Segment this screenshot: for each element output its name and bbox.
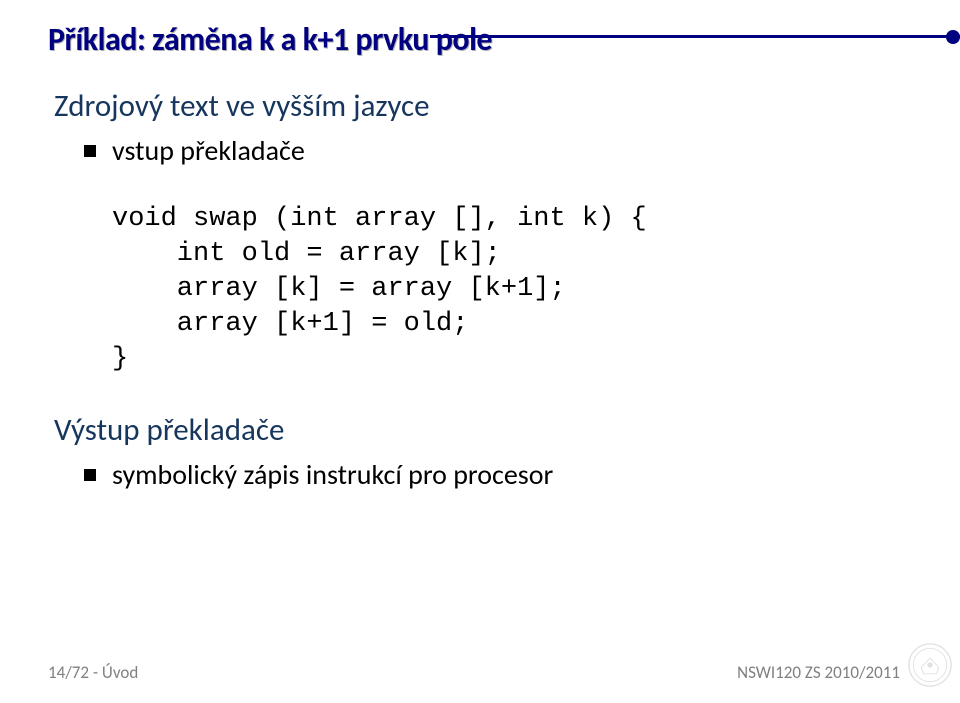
code-line: } [112,344,128,374]
university-seal-icon [908,643,952,687]
square-bullet-icon [84,145,96,157]
title-dot-icon [946,30,960,44]
code-line: array [k] = array [k+1]; [112,274,566,304]
code-line: int old = array [k]; [112,239,501,269]
code-line: void swap (int array [], int k) { [112,204,647,234]
slide-number: 14/72 - Úvod [48,662,138,687]
code-line: array [k+1] = old; [112,309,468,339]
list-item: symbolický zápis instrukcí pro procesor [54,457,912,492]
section-heading-output: Výstup překladače [54,411,912,449]
slide-title: Příklad: záměna k a k+1 prvku pole [48,20,912,59]
list-item: vstup překladače [54,133,912,168]
course-code: NSWI120 ZS 2010/2011 [737,662,900,687]
code-block: void swap (int array [], int k) { int ol… [54,202,912,377]
section-heading-source: Zdrojový text ve vyšším jazyce [54,87,912,125]
bullet-text: vstup překladače [112,133,305,168]
bullet-text: symbolický zápis instrukcí pro procesor [112,457,553,492]
square-bullet-icon [84,469,96,481]
title-rule [430,35,960,38]
